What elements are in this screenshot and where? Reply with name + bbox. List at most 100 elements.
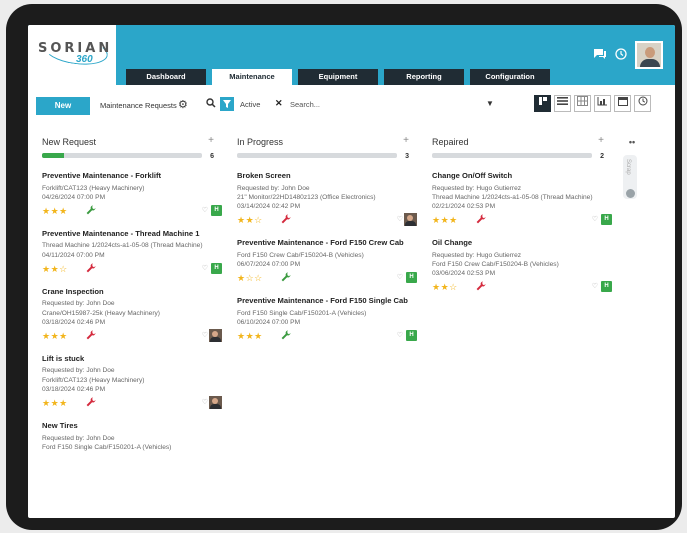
heart-icon[interactable]: ♡: [397, 331, 403, 339]
heart-icon[interactable]: ♡: [592, 215, 598, 223]
heart-icon[interactable]: ♡: [202, 206, 208, 214]
card-footer: ★★★ ♡: [42, 328, 222, 344]
request-card[interactable]: Change On/Off Switch Requested by: Hugo G…: [432, 171, 612, 228]
add-card-icon[interactable]: +: [208, 135, 214, 146]
request-card[interactable]: Oil Change Requested by: Hugo Gutierrez Fo…: [432, 238, 612, 295]
new-button[interactable]: New: [36, 97, 90, 115]
card-title[interactable]: Change On/Off Switch: [432, 171, 612, 182]
tab-configuration[interactable]: Configuration: [470, 69, 550, 85]
filter-icon[interactable]: [220, 97, 234, 111]
scrap-label: Scrap: [625, 159, 631, 175]
request-card[interactable]: New Tires Requested by: John Doe Ford F150…: [42, 421, 222, 452]
logo[interactable]: SORIAN 360: [28, 25, 116, 85]
column-title: In Progress: [237, 137, 284, 147]
wrench-icon: [476, 281, 486, 294]
heart-icon[interactable]: ♡: [202, 264, 208, 272]
priority-stars[interactable]: ★★★: [237, 331, 263, 342]
logo-subtext: 360: [76, 54, 93, 65]
more-icon[interactable]: ••: [621, 137, 643, 147]
add-card-icon[interactable]: +: [403, 135, 409, 146]
request-card[interactable]: Preventive Maintenance - Ford F150 Crew …: [237, 238, 417, 286]
heart-icon[interactable]: ♡: [202, 398, 208, 406]
request-card[interactable]: Broken Screen Requested by: John Doe 21" M…: [237, 171, 417, 228]
history-icon[interactable]: [634, 95, 651, 112]
column-progress-fill: [42, 153, 65, 158]
chevron-down-icon[interactable]: ▼: [486, 99, 494, 108]
priority-stars[interactable]: ★★☆: [237, 215, 263, 226]
search-icon[interactable]: [206, 98, 216, 111]
view-switcher: [534, 95, 651, 112]
grid-icon[interactable]: [574, 95, 591, 112]
card-title[interactable]: Preventive Maintenance - Ford F150 Crew …: [237, 238, 417, 249]
maintenance-requests-label: Maintenance Requests: [100, 101, 177, 110]
priority-stars[interactable]: ★★☆: [432, 282, 458, 293]
priority-stars[interactable]: ★★☆: [42, 264, 68, 275]
card-title[interactable]: Crane Inspection: [42, 287, 222, 298]
card-detail: Ford F150 Single Cab/F150201-A (Vehicles…: [237, 309, 367, 317]
card-title[interactable]: Preventive Maintenance - Ford F150 Singl…: [237, 296, 417, 307]
card-footer: ★☆☆ ♡ H: [237, 271, 417, 286]
card-detail: 02/21/2024 02:53 PM: [432, 202, 496, 210]
clock-icon[interactable]: [615, 47, 627, 63]
wrench-icon: [476, 214, 486, 227]
tab-maintenance[interactable]: Maintenance: [212, 69, 292, 85]
heart-icon[interactable]: ♡: [592, 282, 598, 290]
priority-stars[interactable]: ★★★: [42, 331, 68, 342]
card-footer: ★★★ ♡ H: [237, 329, 417, 344]
card-title[interactable]: Preventive Maintenance - Thread Machine …: [42, 229, 222, 240]
assignee-badge: H: [406, 272, 417, 284]
tab-equipment[interactable]: Equipment: [298, 69, 378, 85]
assignee-badge: H: [211, 262, 222, 274]
request-card[interactable]: Preventive Maintenance - Forklift Forklif…: [42, 171, 222, 219]
close-icon[interactable]: ✕: [275, 98, 283, 109]
calendar-icon[interactable]: [614, 95, 631, 112]
gear-icon[interactable]: ⚙: [178, 98, 188, 111]
search-input[interactable]: Search...: [290, 100, 320, 109]
card-title[interactable]: New Tires: [42, 421, 222, 432]
request-card[interactable]: Crane Inspection Requested by: John Doe Cr…: [42, 287, 222, 344]
card-title[interactable]: Broken Screen: [237, 171, 417, 182]
priority-stars[interactable]: ★☆☆: [237, 273, 263, 284]
card-title[interactable]: Preventive Maintenance - Forklift: [42, 171, 222, 182]
assignee-avatar: [209, 328, 222, 342]
list-icon[interactable]: [554, 95, 571, 112]
chat-icon[interactable]: [593, 48, 607, 63]
card-footer: ★★★ ♡ H: [432, 213, 612, 228]
priority-stars[interactable]: ★★★: [42, 398, 68, 409]
assignee-avatar: [404, 213, 417, 227]
chart-icon[interactable]: [594, 95, 611, 112]
heart-icon[interactable]: ♡: [202, 331, 208, 339]
priority-stars[interactable]: ★★★: [432, 215, 458, 226]
column-count: 6: [210, 153, 214, 160]
assignee-badge: H: [601, 281, 612, 293]
card-title[interactable]: Oil Change: [432, 238, 612, 249]
card-footer: ★★★ ♡: [42, 396, 222, 411]
scrap-column-collapsed[interactable]: •• Scrap: [621, 137, 643, 199]
request-card[interactable]: Preventive Maintenance - Thread Machine …: [42, 229, 222, 277]
tab-dashboard[interactable]: Dashboard: [126, 69, 206, 85]
card-detail: Requested by: Hugo Gutierrez: [432, 251, 522, 259]
wrench-icon: [86, 205, 96, 218]
card-detail: 04/26/2024 07:00 PM: [42, 193, 106, 201]
toolbar: New Maintenance Requests ⚙ Active ✕ Sear…: [28, 95, 675, 119]
card-detail: Crane/OH15987-25k (Heavy Machinery): [42, 309, 161, 317]
request-card[interactable]: Lift is stuck Requested by: John Doe Forkl…: [42, 354, 222, 411]
kanban-icon[interactable]: [534, 95, 551, 112]
card-footer: ★★☆ ♡: [237, 213, 417, 228]
card-detail: Requested by: John Doe: [42, 367, 115, 375]
request-card[interactable]: Preventive Maintenance - Ford F150 Singl…: [237, 296, 417, 344]
app-header: SORIAN 360 Dashboard Maintenance Equipment…: [28, 25, 675, 85]
card-title[interactable]: Lift is stuck: [42, 354, 222, 365]
heart-icon[interactable]: ♡: [397, 273, 403, 281]
card-list: Change On/Off Switch Requested by: Hugo G…: [432, 171, 612, 305]
add-card-icon[interactable]: +: [598, 135, 604, 146]
wrench-icon: [281, 272, 291, 285]
column-progress-bar: [432, 153, 592, 158]
card-detail: 04/11/2024 07:00 PM: [42, 251, 105, 259]
user-avatar[interactable]: [635, 41, 663, 69]
card-detail: Requested by: John Doe: [42, 300, 115, 308]
heart-icon[interactable]: ♡: [397, 215, 403, 223]
column-progress-bar: [237, 153, 397, 158]
priority-stars[interactable]: ★★★: [42, 206, 68, 217]
tab-reporting[interactable]: Reporting: [384, 69, 464, 85]
